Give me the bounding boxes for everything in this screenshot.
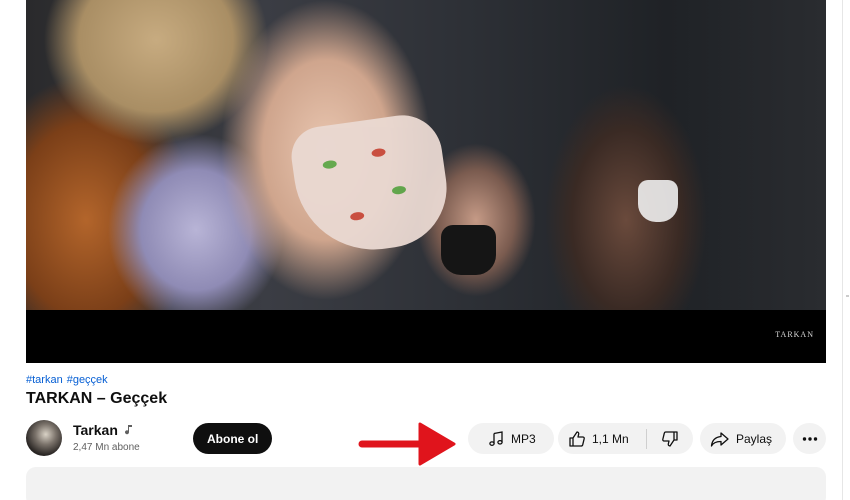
share-arrow-icon <box>710 430 730 448</box>
mask-pattern-dot <box>391 185 407 196</box>
background-person-mask <box>638 180 678 222</box>
channel-name-row[interactable]: Tarkan <box>73 422 133 438</box>
face-mask-image <box>287 110 455 260</box>
mp3-button[interactable]: MP3 <box>468 423 554 454</box>
more-actions-button[interactable] <box>793 423 826 454</box>
thumbs-up-icon <box>568 430 586 448</box>
video-player[interactable]: TARKAN <box>26 0 826 363</box>
mask-pattern-dot <box>349 211 365 222</box>
description-box[interactable] <box>26 467 826 500</box>
video-title: TARKAN – Geççek <box>26 390 168 407</box>
page-scrollbar[interactable] <box>842 0 850 500</box>
subscribe-button[interactable]: Abone ol <box>193 423 273 454</box>
video-brand-watermark: TARKAN <box>775 330 814 339</box>
hashtag-link[interactable]: #geççek <box>67 374 108 386</box>
subscriber-count: 2,47 Mn abone <box>73 442 140 453</box>
like-count: 1,1 Mn <box>592 431 629 446</box>
mask-pattern-dot <box>322 159 338 170</box>
hashtag-link[interactable]: #tarkan <box>26 374 63 386</box>
channel-name[interactable]: Tarkan <box>73 422 118 438</box>
share-label: Paylaş <box>736 431 773 446</box>
like-dislike-group: 1,1 Mn <box>558 423 693 454</box>
like-button[interactable]: 1,1 Mn <box>558 423 646 454</box>
thumbs-down-icon <box>661 430 679 448</box>
channel-avatar[interactable] <box>26 420 62 456</box>
hashtags: #tarkan #geççek <box>26 374 108 386</box>
share-button[interactable]: Paylaş <box>700 423 786 454</box>
music-note-icon <box>487 430 505 448</box>
dislike-button[interactable] <box>647 423 693 454</box>
mp3-label: MP3 <box>511 431 536 446</box>
scrollbar-thumb[interactable] <box>846 295 849 297</box>
music-badge-icon <box>123 424 133 436</box>
annotation-arrow <box>358 422 456 466</box>
mask-pattern-dot <box>371 147 387 158</box>
video-frame[interactable] <box>26 0 826 310</box>
background-person-mask <box>441 225 496 275</box>
more-horizontal-icon <box>802 436 818 442</box>
